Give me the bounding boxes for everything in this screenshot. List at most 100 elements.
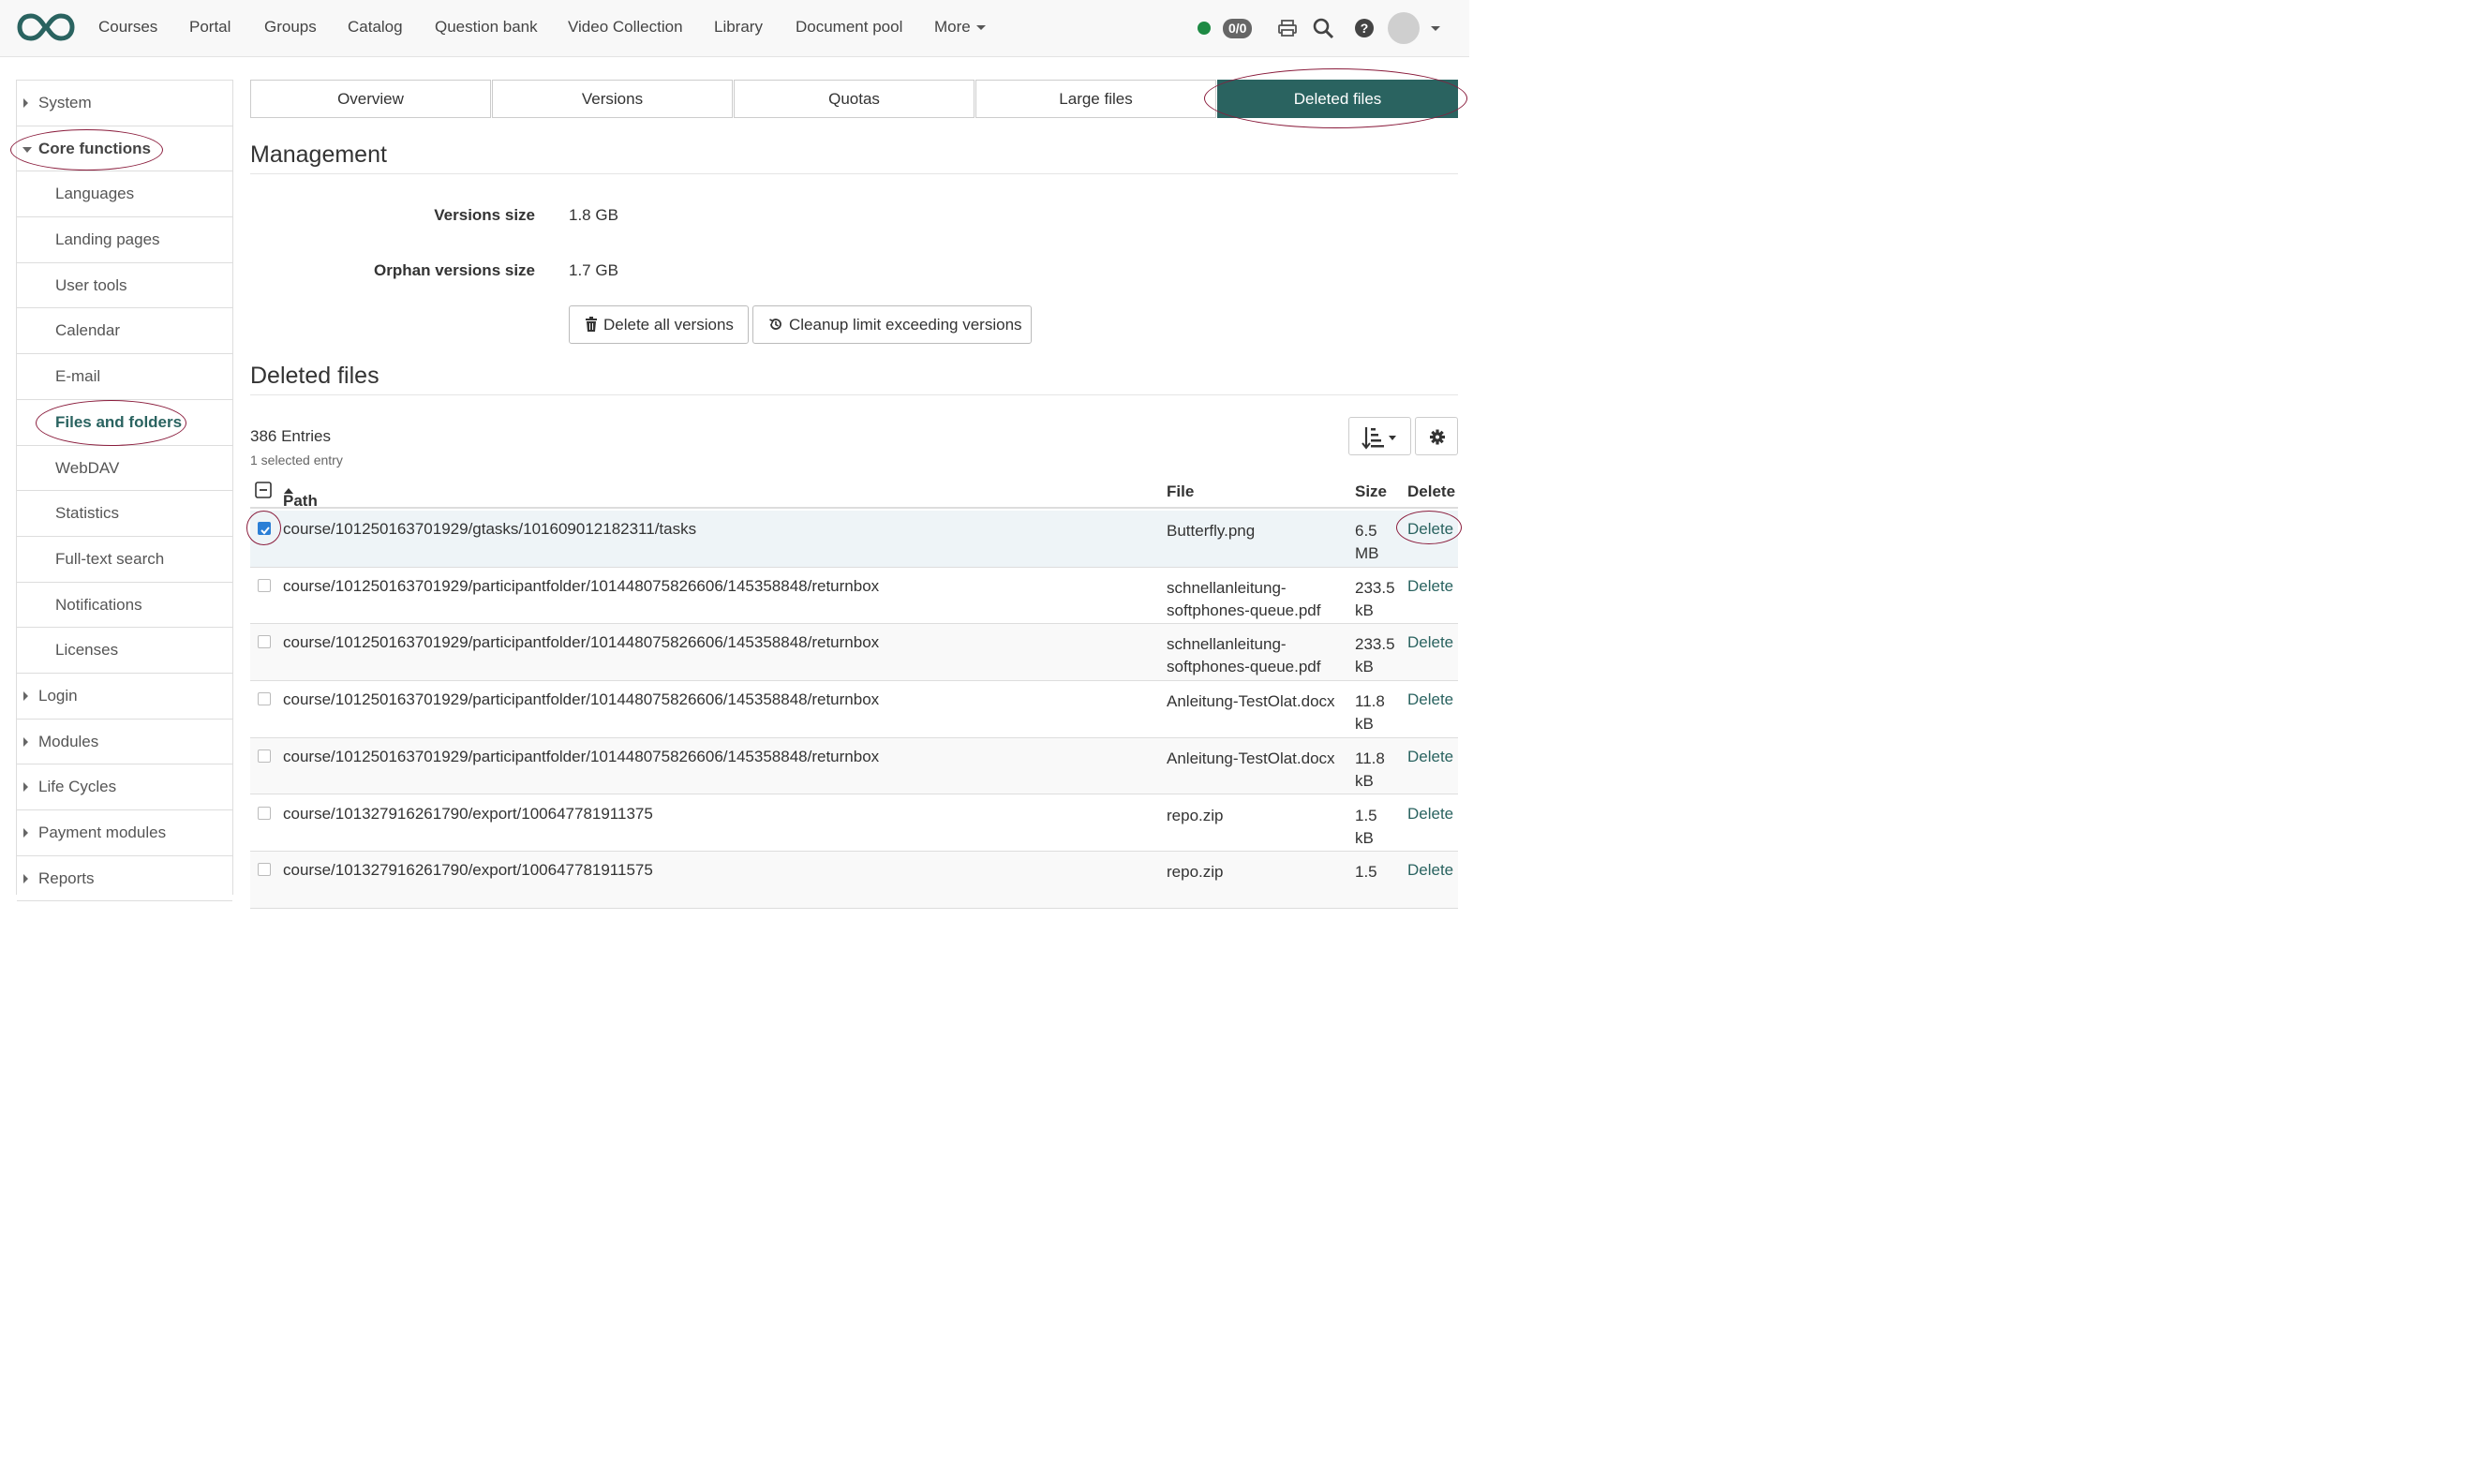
print-icon[interactable] xyxy=(1276,17,1299,39)
caret-right-icon[interactable] xyxy=(23,690,28,701)
tab-large-files[interactable]: Large files xyxy=(975,80,1216,118)
avatar-chevron-down-icon[interactable] xyxy=(1431,26,1440,31)
row-checkbox[interactable] xyxy=(258,578,271,592)
table-row[interactable]: course/101250163701929/participantfolder… xyxy=(250,624,1458,682)
sidebar-item-login[interactable]: Login xyxy=(17,674,232,720)
sidebar-item-modules[interactable]: Modules xyxy=(17,720,232,765)
sidebar-item-webdav[interactable]: WebDAV xyxy=(17,445,232,492)
table-row[interactable]: course/101327916261790/export/1006477819… xyxy=(250,795,1458,853)
top-navbar: Courses Portal Groups Catalog Question b… xyxy=(0,0,1469,57)
delete-all-versions-button[interactable]: Delete all versions xyxy=(569,305,749,344)
row-checkbox[interactable] xyxy=(258,863,271,877)
sidebar-item-languages[interactable]: Languages xyxy=(17,171,232,218)
cleanup-versions-button[interactable]: Cleanup limit exceeding versions xyxy=(752,305,1032,344)
gear-icon xyxy=(1430,429,1445,445)
path-cell: course/101327916261790/export/1006477819… xyxy=(283,804,653,823)
delete-link[interactable]: Delete xyxy=(1407,520,1453,539)
path-cell: course/101250163701929/participantfolder… xyxy=(283,690,880,709)
table-header: Path File Size Delete xyxy=(250,473,1458,510)
nav-groups[interactable]: Groups xyxy=(264,18,317,37)
row-checkbox[interactable] xyxy=(258,692,271,706)
sidebar-item-label: Life Cycles xyxy=(38,778,117,796)
column-file-header[interactable]: File xyxy=(1167,482,1194,501)
nav-portal[interactable]: Portal xyxy=(189,18,231,37)
sidebar-item-landing-pages[interactable]: Landing pages xyxy=(17,217,232,263)
infinity-logo-icon[interactable] xyxy=(16,11,76,43)
nav-document-pool[interactable]: Document pool xyxy=(796,18,902,37)
tab-deleted-files[interactable]: Deleted files xyxy=(1217,80,1458,118)
nav-catalog[interactable]: Catalog xyxy=(348,18,403,37)
svg-text:?: ? xyxy=(1361,21,1369,36)
column-size-header[interactable]: Size xyxy=(1355,482,1387,501)
sidebar-item-label: Login xyxy=(38,686,78,705)
delete-link[interactable]: Delete xyxy=(1407,633,1453,652)
tab-versions[interactable]: Versions xyxy=(492,80,733,118)
search-icon[interactable] xyxy=(1312,17,1334,39)
nav-courses[interactable]: Courses xyxy=(98,18,157,37)
user-avatar[interactable] xyxy=(1388,12,1420,44)
row-checkbox[interactable] xyxy=(258,806,271,820)
size-cell: 233.5 kB xyxy=(1355,578,1395,619)
nav-more-dropdown[interactable]: More xyxy=(934,18,986,37)
sidebar-item-system[interactable]: System xyxy=(17,81,232,126)
path-cell: course/101250163701929/participantfolder… xyxy=(283,576,880,595)
history-icon xyxy=(769,319,781,330)
tab-quotas[interactable]: Quotas xyxy=(734,80,975,118)
sidebar-item-full-text-search[interactable]: Full-text search xyxy=(17,536,232,583)
file-cell: schnellanleitung-softphones-queue.pdf xyxy=(1167,578,1321,619)
table-row[interactable]: course/101250163701929/participantfolder… xyxy=(250,568,1458,625)
path-cell: course/101250163701929/gtasks/1016090121… xyxy=(283,520,697,538)
sidebar-item-statistics[interactable]: Statistics xyxy=(17,491,232,537)
row-checkbox[interactable] xyxy=(258,749,271,763)
caret-right-icon[interactable] xyxy=(23,736,28,747)
delete-link[interactable]: Delete xyxy=(1407,748,1453,766)
sidebar-item-licenses[interactable]: Licenses xyxy=(17,628,232,674)
sort-dropdown-button[interactable] xyxy=(1348,417,1411,455)
files-tabs: Overview Versions Quotas Large files Del… xyxy=(250,80,1458,118)
delete-link[interactable]: Delete xyxy=(1407,690,1453,709)
sidebar-item-payment-modules[interactable]: Payment modules xyxy=(17,810,232,856)
nav-question-bank[interactable]: Question bank xyxy=(435,18,538,37)
sidebar-item-label: WebDAV xyxy=(55,458,120,477)
tab-overview[interactable]: Overview xyxy=(250,80,491,118)
online-status-icon[interactable] xyxy=(1198,22,1211,35)
row-checkbox[interactable] xyxy=(258,635,271,649)
table-row[interactable]: course/101250163701929/participantfolder… xyxy=(250,737,1458,795)
table-row[interactable]: course/101327916261790/export/1006477819… xyxy=(250,852,1458,909)
sidebar-item-notifications[interactable]: Notifications xyxy=(17,582,232,629)
trash-icon xyxy=(586,317,597,332)
sidebar-item-core-functions[interactable]: Core functions xyxy=(17,126,232,172)
file-cell: Anleitung-TestOlat.docx xyxy=(1167,692,1335,711)
table-row[interactable]: course/101250163701929/gtasks/1016090121… xyxy=(250,511,1458,568)
delete-link[interactable]: Delete xyxy=(1407,577,1453,596)
nav-library[interactable]: Library xyxy=(714,18,763,37)
column-path-label: Path xyxy=(283,492,318,510)
row-checkbox[interactable] xyxy=(258,522,271,535)
sidebar-item-life-cycles[interactable]: Life Cycles xyxy=(17,764,232,810)
admin-sidebar: System Core functions Languages Landing pag… xyxy=(16,80,233,902)
delete-link[interactable]: Delete xyxy=(1407,805,1453,824)
caret-right-icon[interactable] xyxy=(23,873,28,883)
table-row[interactable]: course/101250163701929/participantfolder… xyxy=(250,681,1458,738)
caret-right-icon[interactable] xyxy=(23,828,28,838)
sidebar-item-files-and-folders[interactable]: Files and folders xyxy=(17,399,232,446)
help-icon[interactable]: ? xyxy=(1353,17,1376,39)
column-path-header[interactable]: Path xyxy=(283,482,318,510)
sidebar-item-user-tools[interactable]: User tools xyxy=(17,262,232,309)
sidebar-item-e-mail[interactable]: E-mail xyxy=(17,354,232,400)
sidebar-item-calendar[interactable]: Calendar xyxy=(17,308,232,355)
select-all-checkbox[interactable] xyxy=(255,482,272,498)
size-cell: 1.5 kB xyxy=(1355,806,1377,847)
delete-all-versions-label: Delete all versions xyxy=(603,316,734,334)
nav-video-collection[interactable]: Video Collection xyxy=(568,18,683,37)
chat-counter-badge[interactable]: 0/0 xyxy=(1223,19,1253,38)
delete-link[interactable]: Delete xyxy=(1407,861,1453,880)
path-cell: course/101327916261790/export/1006477819… xyxy=(283,861,653,880)
caret-right-icon[interactable] xyxy=(23,782,28,793)
sidebar-item-reports[interactable]: Reports xyxy=(17,856,232,902)
sidebar-item-label: Statistics xyxy=(55,504,120,523)
table-settings-button[interactable] xyxy=(1415,417,1458,455)
divider xyxy=(250,173,1458,174)
caret-down-icon[interactable] xyxy=(22,146,32,153)
caret-right-icon[interactable] xyxy=(23,98,28,108)
